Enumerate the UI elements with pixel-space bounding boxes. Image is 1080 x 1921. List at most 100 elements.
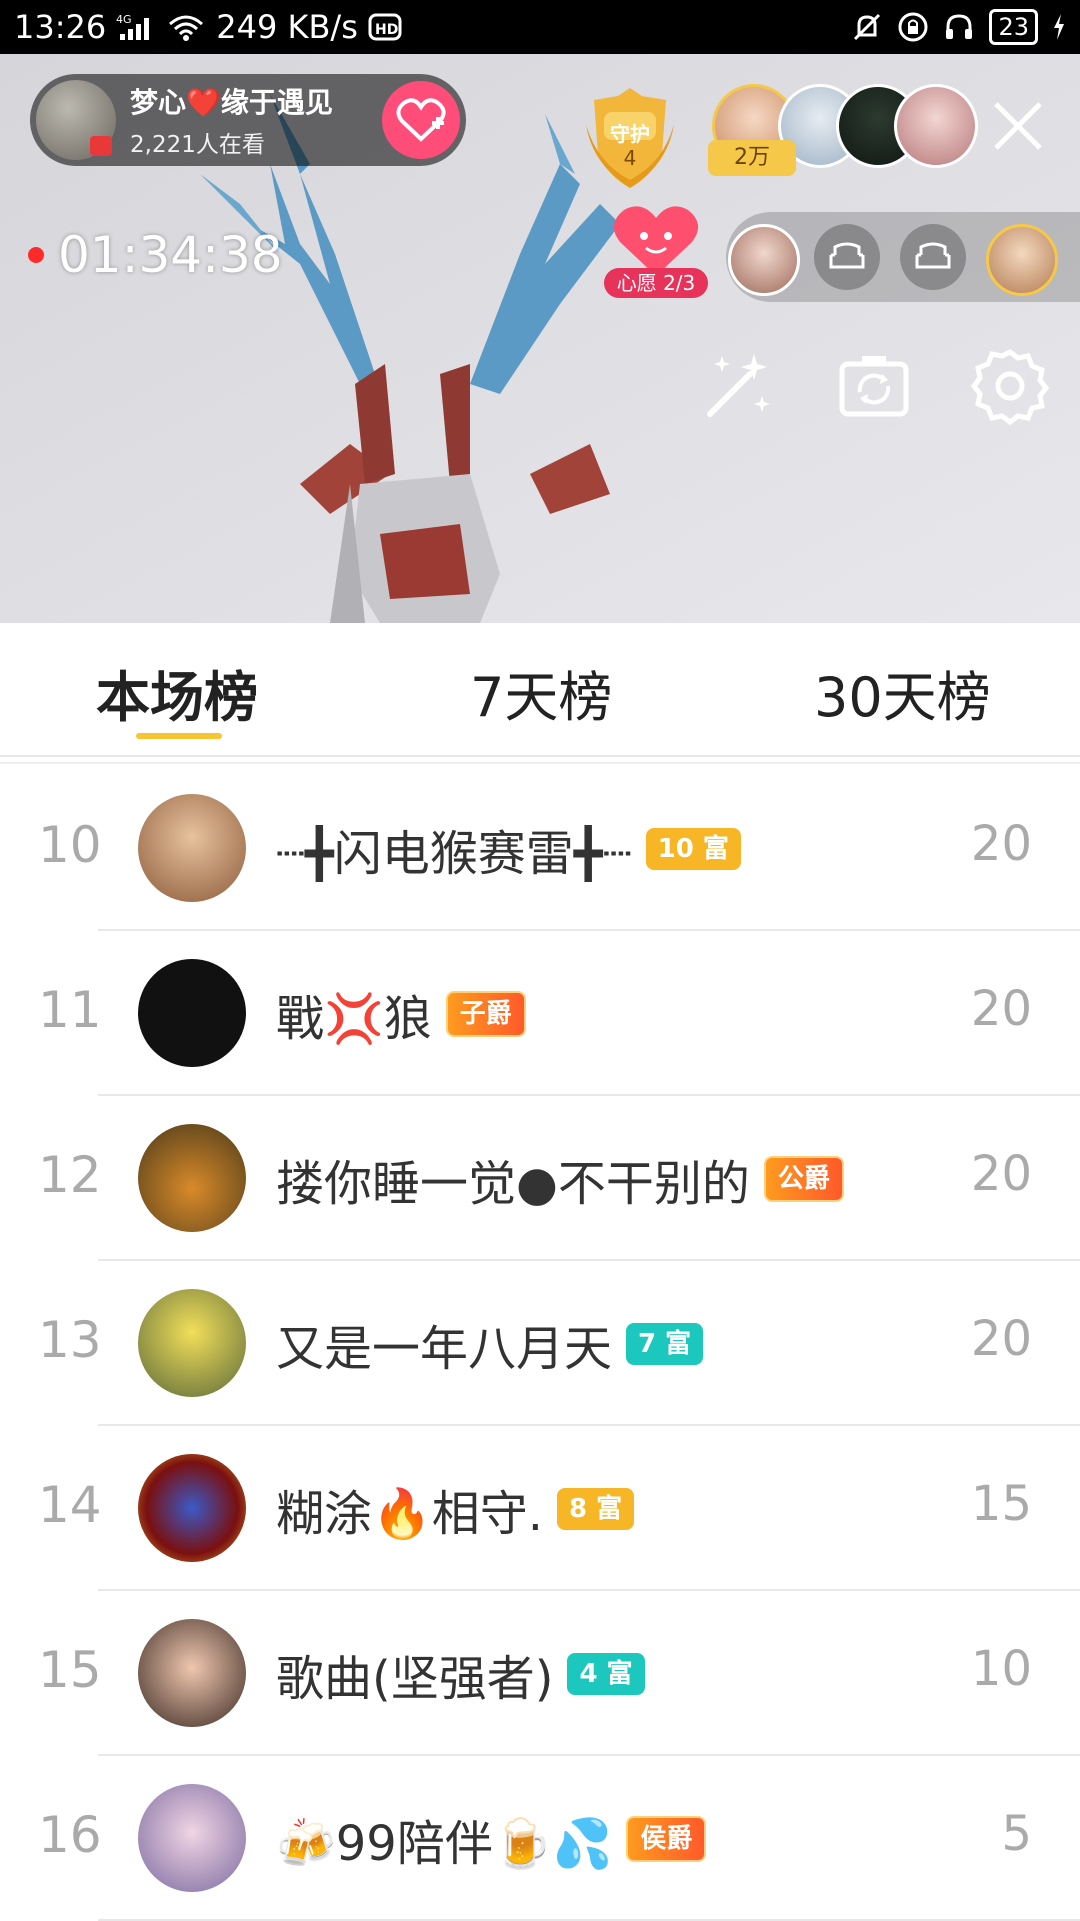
score: 20 [970, 1311, 1032, 1367]
hd-icon: HD [368, 12, 402, 42]
bell-off-icon [851, 11, 883, 43]
gear-icon [970, 349, 1050, 426]
list-item[interactable]: 16 🍻99陪伴🍺💦 侯爵 5 [0, 1756, 1080, 1921]
headphones-icon [943, 11, 975, 43]
rank-number: 11 [38, 981, 102, 1039]
recording-dot-icon [28, 247, 44, 263]
timer-value: 01:34:38 [58, 226, 283, 284]
follow-button[interactable] [382, 81, 460, 159]
list-item[interactable]: 13 又是一年八月天 7 富 20 [0, 1261, 1080, 1426]
score: 20 [970, 981, 1032, 1037]
heart-plus-icon [396, 98, 446, 142]
tab-30-days[interactable]: 30天榜 [814, 653, 991, 732]
mic-seat-bar [726, 212, 1080, 302]
guard-badge[interactable]: 守护 4 [582, 84, 678, 194]
user-name-group: ┈╋闪电猴赛雷╋┈ 10 富 [276, 814, 741, 884]
user-avatar[interactable] [138, 1124, 246, 1232]
lock-rotation-icon [897, 11, 929, 43]
user-name: 糊涂🔥相守. [276, 1486, 544, 1542]
charging-icon [1052, 12, 1066, 42]
clock: 13:26 [14, 8, 107, 46]
svg-text:HD: HD [375, 22, 398, 38]
settings-button[interactable] [970, 346, 1050, 426]
user-avatar[interactable] [138, 1619, 246, 1727]
signal-icon: 4G [116, 12, 156, 42]
tab-current-session[interactable]: 本场榜 [96, 653, 258, 732]
user-avatar[interactable] [138, 959, 246, 1067]
status-bar: 13:26 4G 249 KB/s HD 23 [0, 0, 1080, 54]
list-item[interactable]: 10 ┈╋闪电猴赛雷╋┈ 10 富 20 [0, 766, 1080, 931]
flip-camera-button[interactable] [834, 346, 914, 426]
rank-number: 15 [38, 1641, 102, 1699]
seat-avatar[interactable] [986, 224, 1058, 296]
user-name-group: 戰💢狼 子爵 [276, 979, 526, 1049]
svg-text:4G: 4G [116, 13, 132, 26]
list-item[interactable]: 11 戰💢狼 子爵 20 [0, 931, 1080, 1096]
host-info-pill[interactable]: 梦心❤️缘于遇见 2,221人在看 [30, 74, 466, 166]
score: 20 [970, 816, 1032, 872]
beauty-filter-button[interactable] [698, 346, 778, 426]
live-timer: 01:34:38 [28, 226, 283, 284]
level-badge: 4 富 [567, 1653, 645, 1695]
rank-number: 16 [38, 1806, 102, 1864]
ranking-tabs: 本场榜 7天榜 30天榜 [0, 623, 1080, 755]
rank-number: 10 [38, 816, 102, 874]
user-avatar[interactable] [138, 794, 246, 902]
rank-number: 13 [38, 1311, 102, 1369]
score: 15 [970, 1476, 1032, 1532]
active-tab-indicator [136, 733, 222, 739]
wish-widget[interactable]: 心愿 2/3 [604, 202, 708, 302]
user-name-group: 又是一年八月天 7 富 [276, 1309, 704, 1379]
user-name: ┈╋闪电猴赛雷╋┈ [276, 826, 632, 882]
user-name: 🍻99陪伴🍺💦 [276, 1816, 613, 1872]
empty-seat-icon[interactable] [814, 224, 880, 290]
network-speed: 249 KB/s [216, 8, 358, 46]
host-avatar[interactable] [36, 80, 116, 160]
list-item[interactable]: 15 歌曲(坚强者) 4 富 10 [0, 1591, 1080, 1756]
rank-number: 14 [38, 1476, 102, 1534]
level-badge: 8 富 [557, 1488, 635, 1530]
viewer-avatar[interactable] [894, 84, 978, 168]
score: 20 [970, 1146, 1032, 1202]
user-name-group: 🍻99陪伴🍺💦 侯爵 [276, 1804, 707, 1874]
close-button[interactable] [988, 96, 1048, 156]
wifi-icon [166, 12, 206, 42]
battery-indicator: 23 [989, 9, 1038, 45]
user-name: 搂你睡一觉●不干别的 [276, 1156, 750, 1212]
noble-badge: 公爵 [763, 1156, 844, 1202]
list-item[interactable]: 14 糊涂🔥相守. 8 富 15 [0, 1426, 1080, 1591]
user-name: 歌曲(坚强者) [276, 1651, 554, 1707]
level-badge: 7 富 [626, 1323, 704, 1365]
contribution-badge: 2万 [708, 140, 796, 176]
camera-switch-icon [839, 356, 909, 417]
level-badge: 10 富 [645, 828, 741, 870]
score: 10 [970, 1641, 1032, 1697]
noble-badge: 子爵 [445, 991, 526, 1037]
live-indicator-icon [90, 136, 112, 156]
empty-seat-icon[interactable] [900, 224, 966, 290]
user-avatar[interactable] [138, 1289, 246, 1397]
wish-progress: 心愿 2/3 [604, 268, 708, 298]
user-avatar[interactable] [138, 1784, 246, 1892]
list-item[interactable]: 12 搂你睡一觉●不干别的 公爵 20 [0, 1096, 1080, 1261]
user-avatar[interactable] [138, 1454, 246, 1562]
magic-wand-icon [707, 354, 770, 417]
user-name-group: 糊涂🔥相守. 8 富 [276, 1474, 635, 1544]
user-name: 又是一年八月天 [276, 1321, 613, 1377]
guard-label: 守护 [610, 122, 650, 146]
host-name: 梦心❤️缘于遇见 [130, 86, 333, 119]
score: 5 [1001, 1806, 1032, 1862]
user-name-group: 歌曲(坚强者) 4 富 [276, 1639, 645, 1709]
user-name: 戰💢狼 [276, 991, 432, 1047]
seat-avatar[interactable] [728, 224, 800, 296]
user-name-group: 搂你睡一觉●不干别的 公爵 [276, 1144, 844, 1214]
rank-number: 12 [38, 1146, 102, 1204]
close-icon [994, 102, 1042, 150]
noble-badge: 侯爵 [626, 1816, 707, 1862]
divider [0, 755, 1080, 757]
guard-count: 4 [623, 146, 637, 170]
tab-7-days[interactable]: 7天榜 [470, 653, 612, 732]
divider [0, 762, 1080, 764]
live-video[interactable]: 梦心❤️缘于遇见 2,221人在看 守护 4 2万 01:34:38 心愿 2/… [0, 54, 1080, 623]
viewer-count: 2,221人在看 [130, 132, 265, 158]
